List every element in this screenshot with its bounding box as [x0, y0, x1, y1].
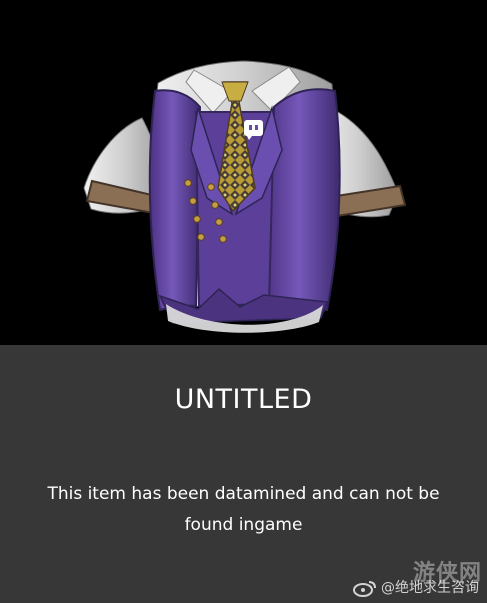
item-info-panel: UNTITLED This item has been datamined an… [0, 345, 487, 603]
vest-right-panel [264, 88, 341, 312]
chest-pocket-badge [244, 120, 263, 136]
weibo-icon [353, 581, 376, 597]
watermark: @绝地求生咨询 [353, 579, 479, 597]
item-title: UNTITLED [174, 384, 313, 415]
purple-vest-shirt-illustration [83, 60, 407, 333]
item-image-area [0, 0, 487, 345]
item-description: This item has been datamined and can not… [47, 484, 440, 535]
watermark-text: @绝地求生咨询 [381, 580, 479, 596]
item-preview-card: UNTITLED This item has been datamined an… [0, 0, 487, 603]
